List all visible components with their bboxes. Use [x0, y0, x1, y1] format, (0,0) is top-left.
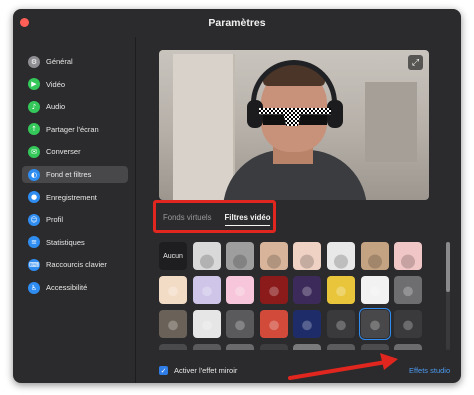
filter-thumbnail[interactable]: [226, 276, 255, 304]
sidebar-item-label: Général: [46, 57, 73, 66]
filter-thumbnail[interactable]: [394, 242, 423, 270]
sidebar-item-background-filter[interactable]: ◐ Fond et filtres: [22, 166, 128, 183]
headphones-icon: ♪: [28, 100, 40, 113]
title-bar: Paramètres: [13, 9, 461, 37]
sidebar-item-label: Audio: [46, 102, 66, 112]
filter-thumbnail[interactable]: [358, 308, 391, 340]
scrollbar-thumb[interactable]: [446, 242, 450, 292]
keyboard-icon: ⌨: [28, 258, 40, 271]
sidebar-item-keyboard[interactable]: ⌨ Raccourcis clavier: [22, 256, 128, 273]
filter-thumbnail[interactable]: [192, 276, 221, 304]
filter-thumbnail[interactable]: [259, 242, 288, 270]
sidebar-item-label: Converser: [46, 147, 81, 157]
filter-thumbnail[interactable]: [326, 310, 355, 338]
camera-preview: ⤢: [159, 50, 429, 200]
expand-icon[interactable]: ⤢: [408, 55, 423, 70]
filter-thumbnail[interactable]: [293, 344, 322, 350]
sidebar-item-record[interactable]: ● Enregistrement: [22, 189, 128, 206]
filter-thumbnail[interactable]: [326, 242, 355, 270]
window-title: Paramètres: [208, 17, 266, 29]
filter-thumbnail[interactable]: [360, 276, 389, 304]
filter-thumbnail[interactable]: [226, 310, 255, 338]
sidebar-item-label: Accessibilité: [46, 283, 88, 292]
filter-thumbnail[interactable]: [394, 310, 423, 338]
settings-window: Paramètres ⚙ Général ▶ Vidéo ♪ Audio ↑ Partager…: [13, 9, 461, 383]
background-filter-icon: ◐: [28, 168, 40, 181]
sidebar-item-label: Fond et filtres: [46, 170, 92, 179]
filter-tabs: Fonds virtuels Filtres vidéo: [163, 207, 271, 231]
filter-thumbnail[interactable]: [159, 310, 187, 338]
filter-thumbnail[interactable]: [259, 276, 288, 304]
sidebar-item-label: Enregistrement: [46, 192, 97, 202]
filter-thumbnail[interactable]: [192, 242, 221, 270]
sidebar-item-video-camera[interactable]: ▶ Vidéo: [22, 76, 128, 93]
sidebar-item-label: Partager l'écran: [46, 124, 99, 134]
chat-icon: ✉: [28, 145, 40, 158]
video-camera-icon: ▶: [28, 78, 40, 91]
accessibility-icon: ♿: [28, 281, 40, 294]
filter-thumbnail[interactable]: [226, 242, 255, 270]
filter-thumbnail[interactable]: [259, 310, 288, 338]
filter-thumbnail[interactable]: [259, 344, 288, 350]
filter-grid-viewport: Aucun: [159, 242, 439, 350]
sidebar-item-profile[interactable]: ☺ Profil: [22, 211, 128, 228]
filter-thumbnail[interactable]: [226, 344, 255, 350]
profile-icon: ☺: [28, 213, 40, 226]
gear-icon: ⚙: [28, 55, 40, 68]
filter-thumbnail[interactable]: [394, 344, 423, 350]
tab-virtual-backgrounds[interactable]: Fonds virtuels: [163, 213, 212, 225]
sidebar-item-gear[interactable]: ⚙ Général: [22, 53, 128, 70]
settings-sidebar: ⚙ Général ▶ Vidéo ♪ Audio ↑ Partager l'écran ✉ Co…: [13, 37, 136, 383]
mirror-checkbox[interactable]: ✓: [159, 366, 168, 375]
filter-thumbnail[interactable]: [293, 242, 322, 270]
sidebar-item-label: Profil: [46, 215, 64, 225]
sidebar-item-headphones[interactable]: ♪ Audio: [22, 98, 128, 115]
sidebar-item-label: Vidéo: [46, 79, 66, 89]
share-screen-icon: ↑: [28, 123, 40, 136]
background-filters-panel: ⤢ Fonds virtuels Filtres vidéo Aucun ✓ A…: [137, 37, 461, 383]
mirror-effect-toggle[interactable]: ✓ Activer l'effet miroir: [159, 366, 237, 375]
sidebar-item-chat[interactable]: ✉ Converser: [22, 143, 128, 160]
studio-effects-link[interactable]: Effets studio: [409, 366, 450, 375]
filter-thumbnail[interactable]: [293, 276, 322, 304]
filter-grid: Aucun: [159, 242, 439, 350]
filter-thumbnail[interactable]: [394, 276, 423, 304]
tab-video-filters[interactable]: Filtres vidéo: [224, 213, 271, 226]
statistics-icon: ≡: [28, 236, 40, 249]
filter-thumbnail[interactable]: [326, 344, 355, 350]
filter-thumbnail[interactable]: [360, 344, 389, 350]
sidebar-item-label: Statistiques: [46, 237, 85, 247]
filter-thumbnail[interactable]: [192, 310, 221, 338]
sidebar-item-label: Raccourcis clavier: [46, 260, 107, 270]
sidebar-item-accessibility[interactable]: ♿ Accessibilité: [22, 279, 128, 296]
filter-thumbnail[interactable]: [293, 310, 322, 338]
filter-thumbnail[interactable]: [159, 344, 187, 350]
filter-none[interactable]: Aucun: [159, 242, 187, 270]
sidebar-item-statistics[interactable]: ≡ Statistiques: [22, 234, 128, 251]
filter-thumbnail[interactable]: [192, 344, 221, 350]
filter-scrollbar[interactable]: [446, 242, 450, 350]
filter-thumbnail[interactable]: [360, 242, 389, 270]
filter-thumbnail[interactable]: [326, 276, 355, 304]
sidebar-item-share-screen[interactable]: ↑ Partager l'écran: [22, 121, 128, 138]
filter-thumbnail[interactable]: [159, 276, 187, 304]
close-window-button[interactable]: [20, 18, 29, 27]
mirror-label: Activer l'effet miroir: [174, 366, 238, 375]
record-icon: ●: [28, 191, 40, 204]
